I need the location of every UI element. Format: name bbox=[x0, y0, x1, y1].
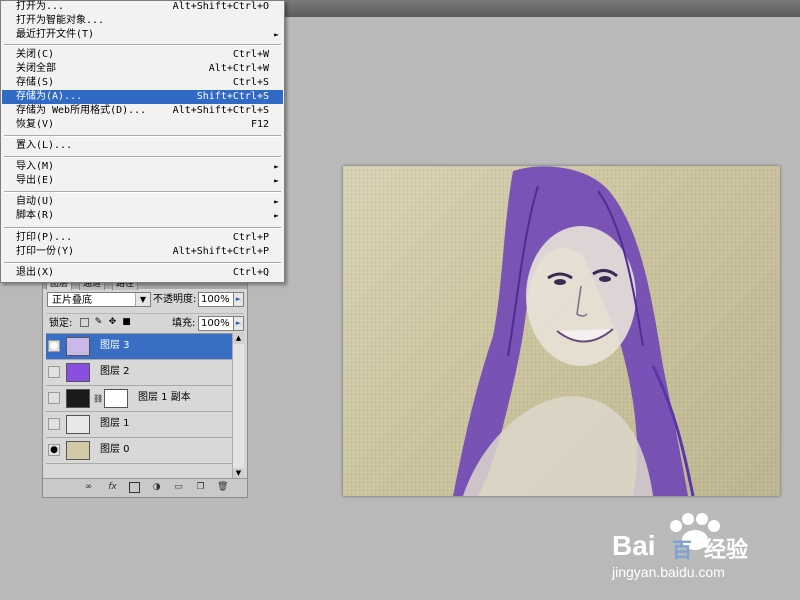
link-icon[interactable]: ∞ bbox=[83, 482, 94, 493]
menu-item-revert[interactable]: 恢复(V) F12 bbox=[2, 118, 283, 132]
layer-thumbnail bbox=[66, 337, 90, 356]
submenu-arrow-icon: ► bbox=[274, 30, 279, 39]
eye-icon[interactable]: ● bbox=[48, 340, 60, 352]
menu-item-place[interactable]: 置入(L)... bbox=[2, 139, 283, 153]
eye-off-icon[interactable] bbox=[48, 418, 60, 430]
adjustment-icon[interactable]: ◑ bbox=[151, 482, 162, 493]
menu-item-save[interactable]: 存储(S) Ctrl+S bbox=[2, 76, 283, 90]
menu-item-print[interactable]: 打印(P)... Ctrl+P bbox=[2, 231, 283, 245]
opacity-label: 不透明度: bbox=[153, 294, 197, 305]
menu-item-export[interactable]: 导出(E) ► bbox=[2, 174, 283, 188]
submenu-arrow-icon: ► bbox=[274, 162, 279, 171]
mask-icon[interactable] bbox=[129, 482, 140, 493]
chevron-down-icon[interactable]: ▼ bbox=[135, 293, 150, 306]
blend-mode-select[interactable]: 正片叠底 ▼ bbox=[47, 292, 151, 307]
layer-row-1[interactable]: 图层 1 bbox=[46, 412, 234, 438]
menu-item-save-for-web[interactable]: 存储为 Web所用格式(D)... Alt+Shift+Ctrl+S bbox=[2, 104, 283, 118]
lock-brush-icon[interactable]: ✎ bbox=[94, 318, 103, 327]
layer-thumbnail bbox=[66, 415, 90, 434]
opacity-arrow-icon[interactable]: ► bbox=[233, 292, 244, 307]
lock-transparency-icon[interactable] bbox=[80, 318, 89, 327]
baidu-jingyan-watermark: Bai 百 经验 jingyan.baidu.com bbox=[612, 512, 792, 582]
submenu-arrow-icon: ► bbox=[274, 197, 279, 206]
fx-icon[interactable]: fx bbox=[107, 482, 118, 493]
file-menu: 打开为... Alt+Shift+Ctrl+O 打开为智能对象... 最近打开文件… bbox=[0, 0, 285, 283]
layer-name: 图层 2 bbox=[100, 366, 130, 377]
menu-item-close[interactable]: 关闭(C) Ctrl+W bbox=[2, 48, 283, 62]
watermark-url: jingyan.baidu.com bbox=[612, 564, 725, 580]
menu-separator bbox=[4, 262, 281, 264]
layer-thumbnail bbox=[66, 389, 90, 408]
fill-label: 填充: bbox=[172, 318, 196, 329]
layer-mask-thumbnail[interactable] bbox=[104, 389, 128, 408]
watermark-brand-cn: 百 bbox=[672, 538, 692, 562]
menu-item-open-as[interactable]: 打开为... Alt+Shift+Ctrl+O bbox=[2, 0, 283, 14]
layer-name: 图层 0 bbox=[100, 444, 130, 455]
layer-row-2[interactable]: 图层 2 bbox=[46, 360, 234, 386]
eye-icon[interactable]: ● bbox=[48, 444, 60, 456]
eye-off-icon[interactable] bbox=[48, 392, 60, 404]
menu-item-save-as[interactable]: 存储为(A)... Shift+Ctrl+S bbox=[2, 90, 283, 104]
trash-icon[interactable]: 🗑 bbox=[217, 482, 228, 493]
menu-separator bbox=[4, 191, 281, 193]
new-layer-icon[interactable]: ❐ bbox=[195, 482, 206, 493]
lock-all-icon[interactable]: ■ bbox=[122, 318, 131, 327]
watermark-suffix: 经验 bbox=[704, 538, 749, 563]
layer-thumbnail bbox=[66, 363, 90, 382]
blend-mode-value: 正片叠底 bbox=[52, 295, 92, 306]
menu-item-print-one-copy[interactable]: 打印一份(Y) Alt+Shift+Ctrl+P bbox=[2, 245, 283, 259]
lock-move-icon[interactable]: ✥ bbox=[108, 318, 117, 327]
fill-input[interactable]: 100% bbox=[198, 316, 234, 331]
eye-off-icon[interactable] bbox=[48, 366, 60, 378]
layer-name: 图层 3 bbox=[100, 340, 130, 351]
menu-item-import[interactable]: 导入(M) ► bbox=[2, 160, 283, 174]
menu-item-close-all[interactable]: 关闭全部 Alt+Ctrl+W bbox=[2, 62, 283, 76]
lock-label: 锁定: bbox=[49, 318, 73, 329]
layers-list: ● 图层 3 图层 2 ⛓ 图层 1 副本 图层 1 ● 图层 0 bbox=[46, 333, 234, 480]
layers-scrollbar[interactable]: ▲ ▼ bbox=[232, 333, 244, 479]
layer-row-1-copy[interactable]: ⛓ 图层 1 副本 bbox=[46, 386, 234, 412]
watermark-brand: Bai bbox=[612, 530, 656, 561]
scroll-up-icon[interactable]: ▲ bbox=[233, 333, 244, 344]
submenu-arrow-icon: ► bbox=[274, 176, 279, 185]
menu-item-automate[interactable]: 自动(U) ► bbox=[2, 195, 283, 209]
layers-panel-footer: ∞ fx ◑ ▭ ❐ 🗑 bbox=[43, 478, 247, 497]
fill-arrow-icon[interactable]: ► bbox=[233, 316, 244, 331]
layer-row-0[interactable]: ● 图层 0 bbox=[46, 438, 234, 464]
chain-link-icon: ⛓ bbox=[93, 394, 104, 403]
menu-separator bbox=[4, 227, 281, 229]
menu-separator bbox=[4, 156, 281, 158]
portrait-image bbox=[343, 166, 780, 496]
layer-name: 图层 1 副本 bbox=[138, 392, 191, 403]
folder-icon[interactable]: ▭ bbox=[173, 482, 184, 493]
layer-thumbnail bbox=[66, 441, 90, 460]
opacity-input[interactable]: 100% bbox=[198, 292, 234, 307]
menu-item-exit[interactable]: 退出(X) Ctrl+Q bbox=[2, 266, 283, 280]
layer-name: 图层 1 bbox=[100, 418, 130, 429]
submenu-arrow-icon: ► bbox=[274, 211, 279, 220]
layer-row-3[interactable]: ● 图层 3 bbox=[46, 334, 234, 360]
layers-panel: 图层 通道 路径 正片叠底 ▼ 不透明度: 100% ► 锁定: ✎ ✥ ■ 填… bbox=[42, 276, 248, 498]
menu-separator bbox=[4, 135, 281, 137]
menu-separator bbox=[4, 44, 281, 46]
menu-item-open-as-smart-object[interactable]: 打开为智能对象... bbox=[2, 14, 283, 28]
menu-item-scripts[interactable]: 脚本(R) ► bbox=[2, 209, 283, 223]
document-canvas[interactable] bbox=[343, 166, 780, 496]
menu-item-open-recent[interactable]: 最近打开文件(T) ► bbox=[2, 28, 283, 42]
